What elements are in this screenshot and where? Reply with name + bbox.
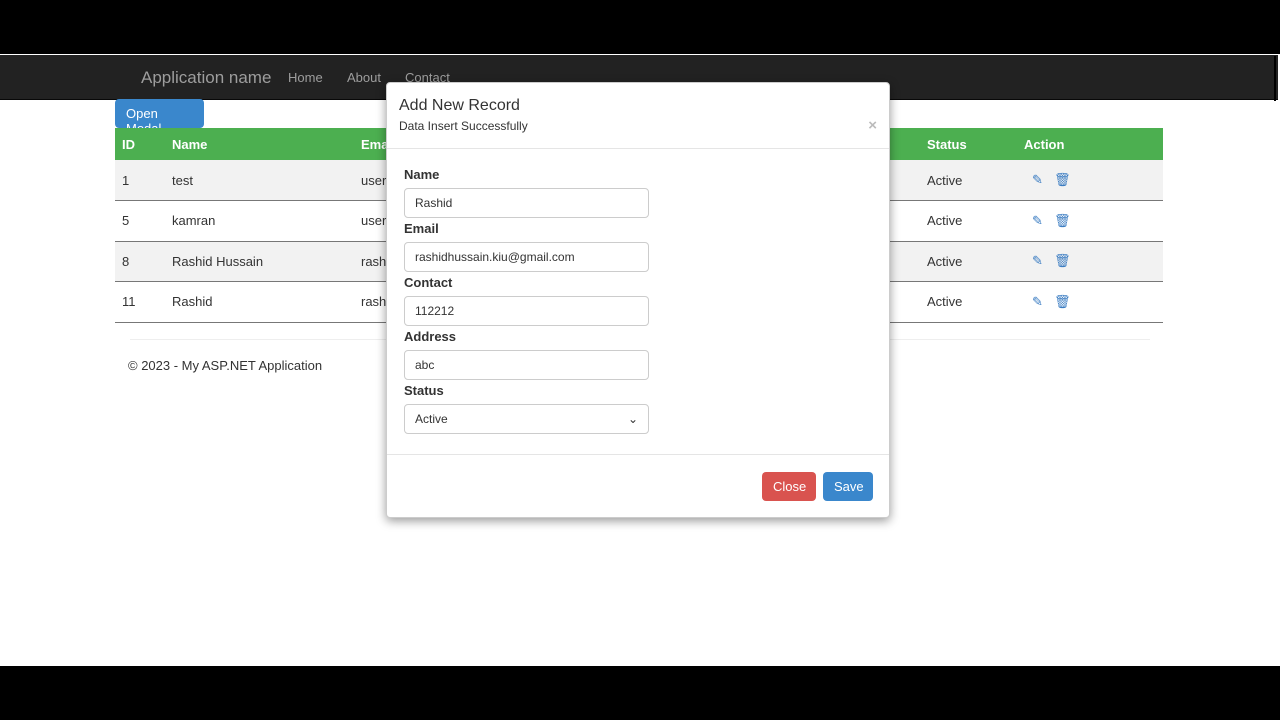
- email-input[interactable]: rashidhussain.kiu@gmail.com: [404, 242, 649, 272]
- close-button[interactable]: Close: [762, 472, 816, 501]
- add-record-modal: Add New Record Data Insert Successfully …: [386, 82, 890, 518]
- status-select[interactable]: Active ⌄: [404, 404, 649, 434]
- status-message: Data Insert Successfully: [399, 119, 528, 133]
- name-input[interactable]: Rashid: [404, 188, 649, 218]
- contact-input[interactable]: 112212: [404, 296, 649, 326]
- address-input[interactable]: abc: [404, 350, 649, 380]
- status-label: Status: [404, 383, 444, 398]
- browser-page: Application name Home About Contact Open…: [0, 54, 1280, 666]
- modal-header: Add New Record Data Insert Successfully …: [387, 83, 889, 149]
- modal-body: Name Rashid Email rashidhussain.kiu@gmai…: [387, 149, 889, 455]
- email-label: Email: [404, 221, 439, 236]
- contact-label: Contact: [404, 275, 453, 290]
- modal-footer: Close Save: [387, 454, 889, 518]
- modal-backdrop[interactable]: Add New Record Data Insert Successfully …: [0, 54, 1280, 666]
- address-label: Address: [404, 329, 457, 344]
- save-button[interactable]: Save: [823, 472, 873, 501]
- modal-title: Add New Record: [399, 97, 520, 114]
- name-label: Name: [404, 167, 440, 182]
- close-icon[interactable]: ×: [868, 117, 877, 134]
- status-value: Active: [415, 412, 448, 426]
- chevron-down-icon: ⌄: [627, 412, 638, 426]
